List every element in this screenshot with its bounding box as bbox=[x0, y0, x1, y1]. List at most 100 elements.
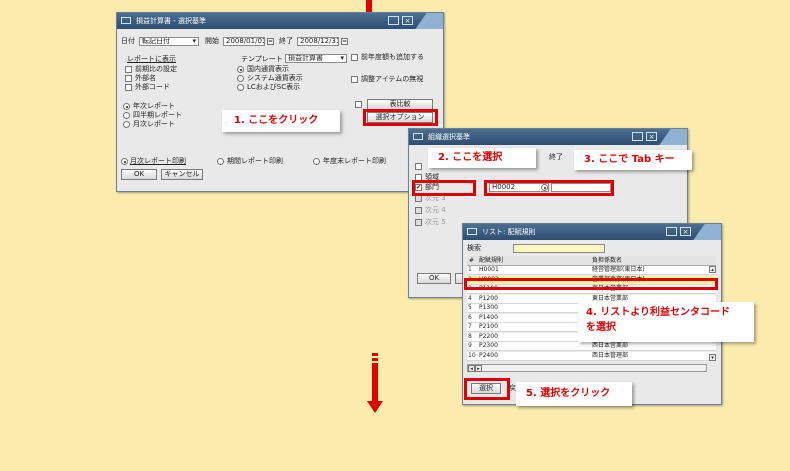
row-number: 8 bbox=[468, 332, 472, 340]
callout-step1: 1. ここをクリック bbox=[222, 110, 340, 132]
window-title: リスト: 配賦規則 bbox=[482, 228, 536, 236]
add-prev-year-checkbox[interactable] bbox=[351, 54, 358, 61]
back-button-partial[interactable]: 戻 bbox=[509, 384, 516, 393]
system-currency-radio[interactable] bbox=[237, 75, 244, 82]
to-date-field[interactable]: 2008/12/31 bbox=[297, 37, 339, 46]
highlight-select-options bbox=[363, 109, 438, 126]
window-title: 損益計算書 - 選択基準 bbox=[136, 17, 206, 25]
row-number: 6 bbox=[468, 313, 472, 321]
foreign-code-checkbox[interactable] bbox=[125, 84, 132, 91]
callout-step5: 5. 選択をクリック bbox=[516, 382, 632, 406]
system-currency-label: システム通貨表示 bbox=[247, 74, 303, 82]
callout-step4: 4. リストより利益センタコード を選択 bbox=[578, 302, 754, 342]
close-button[interactable]: × bbox=[646, 132, 657, 141]
maximize-button[interactable] bbox=[666, 227, 677, 236]
titlebar-stripe bbox=[659, 129, 687, 145]
print-yearend-radio[interactable] bbox=[313, 158, 320, 165]
print-yearend-label: 年度末レポート印刷 bbox=[323, 157, 386, 165]
row-number: 5 bbox=[468, 304, 472, 311]
org-ok-button[interactable]: OK bbox=[417, 273, 451, 284]
scroll-right-button[interactable]: ▸ bbox=[475, 365, 482, 372]
rule-code: P2300 bbox=[479, 342, 498, 349]
both-currency-label: LCおよびSC表示 bbox=[247, 83, 301, 91]
table-row[interactable]: 1 H0001 経営管理部(東日本) bbox=[467, 266, 716, 275]
arrow-bottom-dash bbox=[372, 358, 378, 361]
maximize-button[interactable] bbox=[388, 16, 399, 25]
report-display-label: レポートに表示 bbox=[127, 55, 176, 63]
table-row[interactable]: 9 P2300 西日本営業部 bbox=[467, 342, 716, 351]
name-column-header: 負担係数名 bbox=[592, 257, 623, 264]
table-row[interactable]: 10 P2400 西日本管理部 bbox=[467, 351, 716, 361]
row-number: 4 bbox=[468, 294, 472, 302]
dim4-label: 次元 4 bbox=[425, 206, 446, 214]
scroll-down-button[interactable]: ▾ bbox=[709, 354, 716, 361]
cancel-button[interactable]: キャンセル bbox=[161, 169, 203, 180]
titlebar-stripe bbox=[415, 13, 443, 29]
foreign-name-checkbox[interactable] bbox=[125, 75, 132, 82]
from-label: 開始 bbox=[205, 37, 219, 45]
print-period-radio[interactable] bbox=[217, 158, 224, 165]
factor-name: 西日本営業部 bbox=[592, 342, 629, 349]
maximize-button[interactable] bbox=[632, 132, 643, 141]
monthly-label: 月次レポート bbox=[133, 120, 175, 128]
titlebar-stripe bbox=[693, 224, 721, 240]
dim1-checkbox[interactable] bbox=[415, 163, 422, 170]
search-input[interactable] bbox=[513, 244, 605, 253]
rule-code: P1300 bbox=[479, 304, 498, 311]
window-title: 組織選択基準 bbox=[428, 133, 470, 141]
date-type-value: 転記日付 bbox=[142, 37, 170, 45]
pl-criteria-window: 損益計算書 - 選択基準 × 日付 転記日付 ▾ 開始 2008/01/01 = … bbox=[116, 12, 444, 192]
date-type-select[interactable]: 転記日付 ▾ bbox=[139, 37, 199, 46]
print-monthly-radio[interactable] bbox=[121, 158, 128, 165]
highlight-select-button bbox=[464, 378, 510, 400]
allocation-list-titlebar: リスト: 配賦規則 × bbox=[463, 224, 721, 240]
dim5-checkbox bbox=[415, 219, 422, 226]
dim4-checkbox bbox=[415, 207, 422, 214]
add-prev-year-label: 前年度額も追加する bbox=[361, 53, 424, 61]
highlight-selected-row bbox=[464, 278, 718, 290]
foreign-code-label: 外部コード bbox=[135, 83, 170, 91]
scroll-up-button[interactable]: ▴ bbox=[709, 266, 716, 273]
search-label: 検索 bbox=[467, 244, 481, 252]
annual-radio[interactable] bbox=[123, 103, 130, 110]
date-label: 日付 bbox=[121, 37, 135, 45]
window-icon bbox=[121, 17, 131, 24]
window-icon bbox=[413, 133, 423, 140]
highlight-dim2-field bbox=[484, 180, 614, 196]
monthly-radio[interactable] bbox=[123, 121, 130, 128]
template-value: 損益計算書 bbox=[288, 54, 323, 62]
template-label: テンプレート bbox=[241, 55, 283, 63]
row-number: 7 bbox=[468, 323, 472, 330]
close-button[interactable]: × bbox=[402, 16, 413, 25]
both-currency-radio[interactable] bbox=[237, 84, 244, 91]
horizontal-scrollbar[interactable]: ◂ ▸ bbox=[467, 364, 707, 372]
calendar-icon[interactable]: = bbox=[267, 38, 274, 45]
rule-code: P1200 bbox=[479, 294, 498, 302]
annual-label: 年次レポート bbox=[133, 102, 175, 110]
local-currency-radio[interactable] bbox=[237, 66, 244, 73]
ok-button[interactable]: OK bbox=[121, 169, 157, 180]
adjust-items-checkbox[interactable] bbox=[351, 76, 358, 83]
factor-name: 経営管理部(東日本) bbox=[592, 266, 645, 273]
arrow-bottom-dash bbox=[372, 353, 378, 356]
template-select[interactable]: 損益計算書 ▾ bbox=[285, 54, 347, 63]
rule-code: H0001 bbox=[479, 266, 499, 273]
print-period-label: 期間レポート印刷 bbox=[227, 157, 283, 165]
prev-period-label: 前期比の設定 bbox=[135, 65, 177, 73]
compare-checkbox[interactable] bbox=[355, 101, 362, 108]
highlight-dim2-checkbox bbox=[412, 180, 476, 196]
quarterly-radio[interactable] bbox=[123, 112, 130, 119]
from-date-field[interactable]: 2008/01/01 bbox=[223, 37, 265, 46]
close-button[interactable]: × bbox=[680, 227, 691, 236]
callout-step2: 2. ここを選択 bbox=[428, 148, 536, 168]
rule-column-header: 配賦規則 bbox=[479, 257, 504, 264]
to-label: 終了 bbox=[279, 37, 293, 45]
prev-period-checkbox[interactable] bbox=[125, 66, 132, 73]
row-number-header: # bbox=[469, 257, 475, 264]
foreign-name-label: 外部名 bbox=[135, 74, 156, 82]
to-column-header: 終了 bbox=[549, 153, 563, 161]
print-monthly-label: 月次レポート印刷 bbox=[130, 157, 186, 165]
scroll-left-button[interactable]: ◂ bbox=[468, 365, 475, 372]
calendar-icon[interactable]: = bbox=[341, 38, 348, 45]
rule-code: P2200 bbox=[479, 332, 498, 340]
